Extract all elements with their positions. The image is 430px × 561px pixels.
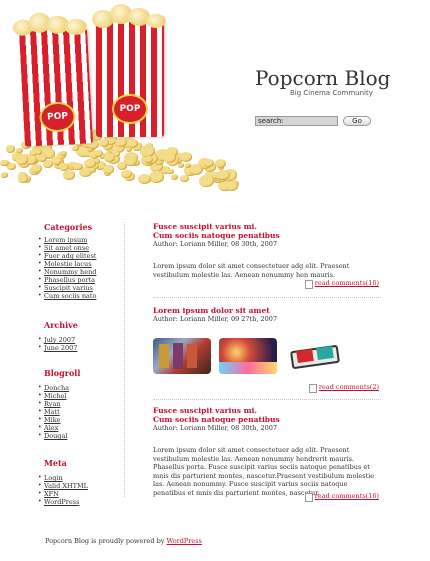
blogroll-link[interactable]: Doncha [38,384,120,392]
popcorn-kernel [0,172,9,179]
sidebar: Categories Lorem ipsum Sit amet onse Fue… [38,222,120,506]
blogroll-link[interactable]: Ryan [38,400,120,408]
post-meta: Author: Loriann Miller, 08 30th, 2007 [153,240,278,248]
popcorn-kernel [139,145,155,157]
popcorn-kernel [138,174,151,185]
post-body: Lorem ipsum dolor sit amet consectetuer … [153,262,350,279]
popcorn-kernel [180,175,189,182]
wordpress-link[interactable]: WordPress [167,537,202,545]
archive-list: July 2007 June 2007 [38,336,120,352]
post-2: Lorem ipsum dolor sit amet Author: Loria… [153,306,381,393]
categories-list: Lorem ipsum Sit amet onse Fuer adg elite… [38,236,120,300]
popcorn-kernel [199,174,215,187]
popcorn-kernel [17,174,28,183]
post-gallery [153,338,381,378]
popcorn-kernel [179,152,193,163]
popcorn-kernel [121,169,132,178]
cinema-posters-photo[interactable] [153,338,211,374]
post-title[interactable]: Lorem ipsum dolor sit amet [153,306,381,315]
read-comments-link[interactable]: read comments(2) [308,383,379,393]
column-divider [124,222,125,497]
popcorn-kernel [214,159,226,169]
popcorn-kernel [114,151,121,157]
blog-subtitle: Big Cinema Community [290,89,373,97]
popcorn-kernel [123,156,137,167]
blog-title[interactable]: Popcorn Blog [255,66,390,90]
archive-heading: Archive [44,320,78,330]
meta-link[interactable]: WordPress [38,498,120,506]
post-title[interactable]: Fusce suscipit varius mi. Cum sociis nat… [153,222,381,240]
search-input[interactable]: search: [255,116,338,126]
popcorn-kernel [225,180,238,191]
meta-heading: Meta [44,458,67,468]
post-1: Fusce suscipit varius mi. Cum sociis nat… [153,222,381,292]
blogroll-link[interactable]: Dougal [38,432,120,440]
popcorn-kernel [34,148,42,155]
categories-heading: Categories [44,222,93,232]
meta-link[interactable]: XFN [38,490,120,498]
post-meta: Author: Loriann Miller, 09 27th, 2007 [153,315,278,323]
footer: Popcorn Blog is proudly powered by WordP… [45,537,202,545]
popcorn-kernel [162,152,176,163]
popcorn-kernel [71,145,79,152]
blogroll-link[interactable]: Mike [38,416,120,424]
post-meta: Author: Loriann Miller, 08 30th, 2007 [153,424,278,432]
popcorn-kernel [149,170,165,183]
popcorn-kernel [104,153,115,163]
post-separator [153,399,381,400]
post-body: Lorem ipsum dolor sit amet consectetuer … [153,446,375,497]
popcorn-kernel [88,167,97,174]
footer-text: Popcorn Blog is proudly powered by [45,537,165,545]
read-comments-link[interactable]: read comments(16) [304,492,379,502]
category-link[interactable]: Suscipit varius [38,284,120,292]
meta-link[interactable]: Login [38,474,120,482]
popcorn-kernel [0,159,9,167]
popcorn-kernel [6,145,16,153]
category-link[interactable]: Molestie lacus [38,260,120,268]
go-button[interactable]: Go [343,116,371,126]
blogroll-list: Doncha Michel Ryan Matt Mike Alex Dougal [38,384,120,440]
meta-link[interactable]: Valid XHTML [38,482,120,490]
popcorn-logo-icon: POP [38,101,77,133]
blogroll-link[interactable]: Michel [38,392,120,400]
category-link[interactable]: Lorem ipsum [38,236,120,244]
blogroll-link[interactable]: Matt [38,408,120,416]
popcorn-kernel [171,173,179,180]
popcorn-kernel [144,156,153,163]
post-3: Fusce suscipit varius mi. Cum sociis nat… [153,406,381,506]
archive-link[interactable]: June 2007 [38,344,120,352]
3d-glasses-photo[interactable] [287,338,345,374]
category-link[interactable]: Nonummy hend [38,268,120,276]
popcorn-kernel [62,169,76,180]
popcorn-box-right: POP [92,4,166,137]
category-link[interactable]: Fuer adg elitest [38,252,120,260]
popcorn-logo-icon: POP [112,94,148,124]
popcorn-kernel [60,150,67,156]
header: POP POP Popcorn Blog Big Cinema Communit… [0,0,430,200]
archive-link[interactable]: July 2007 [38,336,120,344]
popcorn-box-left: POP [12,12,93,147]
popcorn-kernel [16,147,23,153]
category-link[interactable]: Phasellus porta [38,276,120,284]
popcorn-kernel [103,165,114,174]
blogroll-heading: Blogroll [44,368,81,378]
meta-list: Login Valid XHTML XFN WordPress [38,474,120,506]
post-separator [153,297,381,298]
category-link[interactable]: Cum sociis nato [38,292,120,300]
blogroll-link[interactable]: Alex [38,424,120,432]
popcorn-kernel [30,163,43,173]
post-title[interactable]: Fusce suscipit varius mi. Cum sociis nat… [153,406,381,424]
popcorn-kernel [94,150,103,157]
read-comments-link[interactable]: read comments(16) [304,279,379,289]
popcorn-kernel [203,158,214,167]
category-link[interactable]: Sit amet onse [38,244,120,252]
theater-lights-photo[interactable] [219,338,277,374]
